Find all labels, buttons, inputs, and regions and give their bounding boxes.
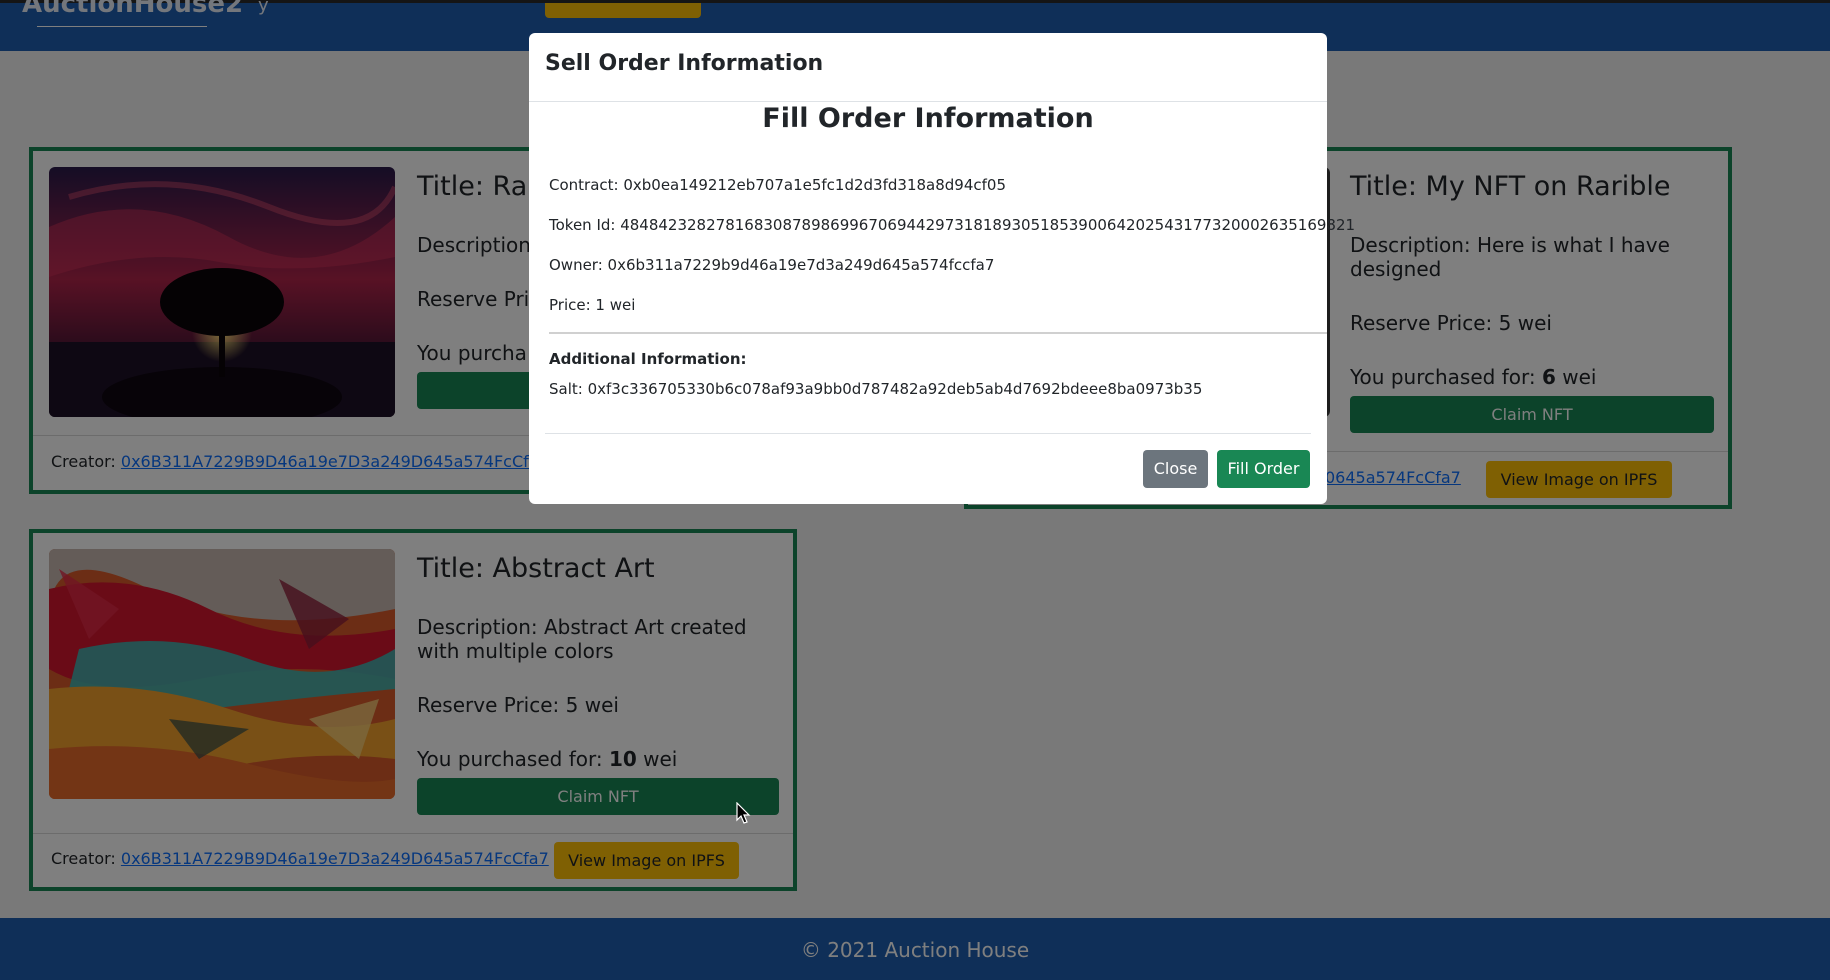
additional-information-label: Additional Information: [549, 350, 747, 368]
mouse-cursor-icon [736, 802, 751, 824]
modal-title: Sell Order Information [545, 51, 824, 76]
contract-address: Contract: 0xb0ea149212eb707a1e5fc1d2d3fd… [549, 176, 1006, 194]
info-divider [549, 332, 1327, 334]
fill-order-heading: Fill Order Information [762, 103, 1094, 134]
price: Price: 1 wei [549, 296, 636, 314]
owner-address: Owner: 0x6b311a7229b9d46a19e7d3a249d645a… [549, 256, 995, 274]
modal-header-divider [529, 101, 1327, 102]
token-id: Token Id: 484842328278168308789869967069… [549, 216, 1356, 234]
salt-value: Salt: 0xf3c336705330b6c078af93a9bb0d7874… [549, 380, 1203, 398]
close-button[interactable]: Close [1143, 450, 1208, 488]
fill-order-button[interactable]: Fill Order [1217, 450, 1310, 488]
sell-order-modal: Sell Order Information Fill Order Inform… [529, 33, 1355, 504]
modal-footer-divider [545, 433, 1311, 434]
